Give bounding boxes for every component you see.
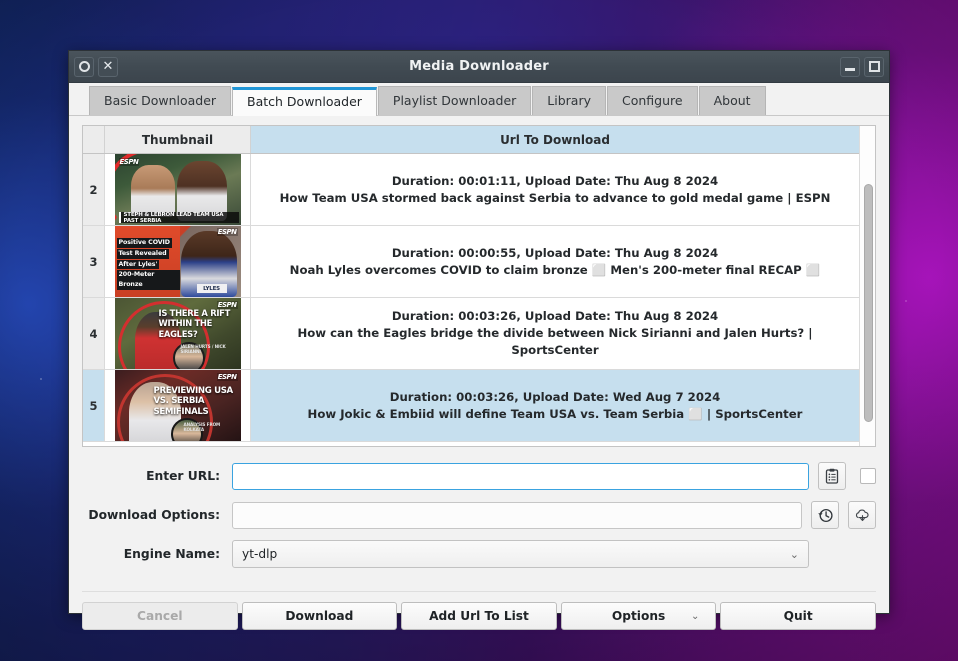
action-button-row: Cancel Download Add Url To List Options …	[82, 591, 876, 630]
clipboard-paste-icon	[825, 468, 839, 484]
options-history-button[interactable]	[811, 501, 839, 529]
engine-name-row: Engine Name: yt-dlp ⌄	[82, 540, 876, 568]
athlete-bib: LYLES	[196, 284, 227, 293]
download-options-input[interactable]	[232, 501, 802, 529]
row-title: How can the Eagles bridge the divide bet…	[297, 326, 813, 357]
quit-button[interactable]: Quit	[720, 602, 876, 630]
options-button-label: Options	[611, 609, 666, 623]
minimize-icon	[845, 68, 855, 71]
row-number: 2	[83, 154, 105, 225]
tab-library[interactable]: Library	[532, 86, 606, 115]
thumbnail-headline: IS THERE A RIFT WITHIN THE EAGLES?	[158, 308, 231, 339]
table-row[interactable]: 5 PREVIEWING USA VS. SERBIA SEMIFINALS A…	[83, 370, 859, 442]
chevron-down-icon: ⌄	[690, 610, 700, 622]
table-header-gutter	[83, 126, 105, 153]
table-header-row: Thumbnail Url To Download	[83, 126, 859, 154]
espn-logo-icon: ESPN	[216, 373, 238, 381]
row-url-cell: Duration: 00:01:11, Upload Date: Thu Aug…	[251, 154, 859, 225]
thumbnail-subtext: ANALYSIS FROM KOLKATA	[183, 422, 221, 432]
paste-url-button[interactable]	[818, 462, 846, 490]
maximize-icon	[868, 61, 880, 72]
headline-line: After Lyles'	[116, 259, 160, 270]
engine-name-select[interactable]: yt-dlp ⌄	[232, 540, 809, 568]
thumbnail-image: PREVIEWING USA VS. SERBIA SEMIFINALS ANA…	[114, 370, 241, 441]
download-options-fetch-button[interactable]	[848, 501, 876, 529]
espn-logo-icon: ESPN	[216, 228, 238, 236]
thumbnail-image: IS THERE A RIFT WITHIN THE EAGLES? JALEN…	[114, 298, 241, 369]
tab-batch-downloader[interactable]: Batch Downloader	[232, 87, 377, 116]
minimize-button[interactable]	[840, 56, 860, 77]
url-label: Enter URL:	[146, 469, 220, 483]
download-form: Enter URL: Download Options: Engine Name…	[82, 462, 876, 579]
row-url-cell: Duration: 00:03:26, Upload Date: Thu Aug…	[251, 298, 859, 369]
tab-about[interactable]: About	[698, 86, 766, 115]
engine-name-label: Engine Name:	[123, 547, 220, 561]
download-queue-table: Thumbnail Url To Download 2 ESPN STEPH &…	[82, 125, 876, 447]
table-vertical-scrollbar[interactable]	[859, 126, 875, 446]
thumbnail-headline: Positive COVID Test Revealed After Lyles…	[116, 238, 180, 291]
thumbnail-image: Positive COVID Test Revealed After Lyles…	[114, 226, 241, 297]
window-title: Media Downloader	[409, 59, 549, 74]
row-meta: Duration: 00:03:26, Upload Date: Wed Aug…	[389, 389, 721, 404]
application-window: ✕ Media Downloader Basic Downloader Batc…	[68, 50, 890, 630]
thumbnail-image: ESPN STEPH & LEBRON LEAD TEAM USA PAST S…	[114, 154, 241, 225]
row-thumbnail-cell: PREVIEWING USA VS. SERBIA SEMIFINALS ANA…	[105, 370, 251, 441]
row-number: 5	[83, 370, 105, 441]
decor-player-curry	[130, 165, 175, 217]
row-number: 4	[83, 298, 105, 369]
engine-name-value: yt-dlp	[242, 547, 278, 561]
row-url-cell: Duration: 00:03:26, Upload Date: Wed Aug…	[251, 370, 859, 441]
download-options-row: Download Options:	[82, 501, 876, 529]
clock-history-icon	[817, 508, 833, 522]
table-body: 2 ESPN STEPH & LEBRON LEAD TEAM USA PAST…	[83, 154, 859, 446]
scrollbar-thumb[interactable]	[864, 184, 873, 422]
tab-basic-downloader[interactable]: Basic Downloader	[89, 86, 232, 115]
shade-icon	[78, 61, 90, 72]
row-title: Noah Lyles overcomes COVID to claim bron…	[289, 262, 821, 277]
headline-line: Positive COVID	[116, 238, 172, 248]
close-button[interactable]: ✕	[98, 56, 118, 77]
thumbnail-headline: PREVIEWING USA VS. SERBIA SEMIFINALS	[153, 386, 234, 417]
tab-content-batch-downloader: Thumbnail Url To Download 2 ESPN STEPH &…	[69, 116, 889, 641]
column-header-url[interactable]: Url To Download	[251, 126, 859, 153]
download-options-label: Download Options:	[88, 508, 220, 522]
url-field-row: Enter URL:	[82, 462, 876, 490]
cancel-button: Cancel	[82, 602, 238, 630]
download-button[interactable]: Download	[241, 602, 398, 630]
row-meta: Duration: 00:01:11, Upload Date: Thu Aug…	[391, 173, 719, 188]
table-row[interactable]: 3 Positive COVID Test Revealed After Lyl…	[83, 226, 859, 298]
row-thumbnail-cell: ESPN STEPH & LEBRON LEAD TEAM USA PAST S…	[105, 154, 251, 225]
maximize-button[interactable]	[864, 56, 884, 77]
headline-line: Test Revealed	[116, 248, 169, 259]
url-input[interactable]	[232, 462, 809, 490]
cloud-download-icon	[855, 509, 869, 521]
options-button[interactable]: Options ⌄	[560, 602, 717, 630]
espn-logo-icon: ESPN	[118, 158, 140, 166]
row-title: How Jokic & Embiid will define Team USA …	[307, 406, 803, 421]
row-title: How Team USA stormed back against Serbia…	[279, 190, 831, 205]
column-header-thumbnail[interactable]: Thumbnail	[105, 126, 251, 153]
url-option-checkbox[interactable]	[860, 468, 876, 484]
chevron-down-icon: ⌄	[789, 547, 799, 561]
row-number: 3	[83, 226, 105, 297]
add-url-to-list-button[interactable]: Add Url To List	[401, 602, 557, 630]
tab-playlist-downloader[interactable]: Playlist Downloader	[377, 86, 532, 115]
tab-bar: Basic Downloader Batch Downloader Playli…	[69, 83, 889, 116]
table-row[interactable]: 2 ESPN STEPH & LEBRON LEAD TEAM USA PAST…	[83, 154, 859, 226]
window-titlebar: ✕ Media Downloader	[69, 51, 889, 83]
shade-button[interactable]	[74, 56, 94, 77]
table-row[interactable]: 4 IS THERE A RIFT WITHIN THE EAGLES? JAL…	[83, 298, 859, 370]
row-thumbnail-cell: Positive COVID Test Revealed After Lyles…	[105, 226, 251, 297]
row-url-cell: Duration: 00:00:55, Upload Date: Thu Aug…	[251, 226, 859, 297]
close-icon: ✕	[102, 59, 114, 74]
row-thumbnail-cell: IS THERE A RIFT WITHIN THE EAGLES? JALEN…	[105, 298, 251, 369]
tab-configure[interactable]: Configure	[607, 86, 698, 115]
espn-logo-icon: ESPN	[216, 301, 238, 309]
headline-line: 200-Meter Bronze	[116, 270, 180, 290]
row-meta: Duration: 00:00:55, Upload Date: Thu Aug…	[391, 245, 719, 260]
row-meta: Duration: 00:03:26, Upload Date: Thu Aug…	[391, 309, 719, 324]
thumbnail-caption: STEPH & LEBRON LEAD TEAM USA PAST SERBIA	[118, 212, 239, 223]
thumbnail-subtext: JALEN HURTS / NICK SIRIANNI	[180, 344, 226, 354]
